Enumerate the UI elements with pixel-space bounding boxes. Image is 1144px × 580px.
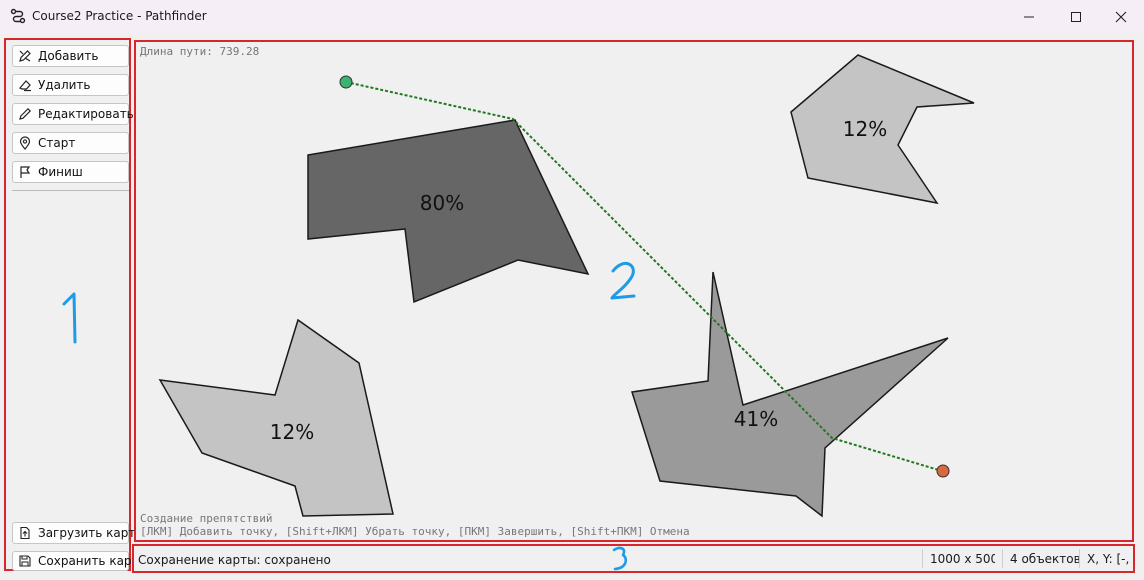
load-map-button-label: Загрузить карту — [38, 526, 143, 540]
load-map-button[interactable]: Загрузить карту — [12, 522, 142, 544]
pencil-icon — [19, 107, 32, 120]
obstacle-polygon[interactable] — [158, 318, 394, 517]
save-map-button[interactable]: Сохранить карту — [12, 551, 146, 571]
minimize-icon — [1024, 16, 1034, 18]
obstacle-label: 80% — [420, 191, 464, 215]
start-button-label: Старт — [38, 136, 76, 150]
start-button[interactable]: Старт — [12, 132, 129, 154]
maximize-button[interactable] — [1053, 0, 1099, 34]
pencil-ruler-icon — [19, 50, 31, 62]
file-upload-icon — [20, 526, 30, 540]
delete-button-label: Удалить — [38, 78, 91, 92]
objects-count-cell: 4 объектов — [1002, 549, 1081, 568]
client-area: Добавить Удалить Редактировать Старт Фин… — [0, 34, 1144, 580]
obstacle-label: 12% — [843, 117, 887, 141]
edit-button[interactable]: Редактировать — [12, 103, 134, 125]
obstacle-polygon[interactable] — [631, 271, 949, 518]
objects-count-text: 4 объектов — [1010, 551, 1081, 566]
title-bar: Course2 Practice - Pathfinder — [0, 0, 1144, 34]
map-canvas[interactable]: 80% 12% 12% 41% Длина пути: 739.28 Созда… — [134, 40, 1134, 542]
add-button-label: Добавить — [38, 49, 99, 63]
tool-panel: Добавить Удалить Редактировать Старт Фин… — [4, 38, 146, 571]
finish-button[interactable]: Финиш — [12, 161, 129, 183]
start-point[interactable] — [339, 75, 353, 89]
eraser-icon — [19, 80, 31, 92]
add-button[interactable]: Добавить — [12, 45, 129, 67]
finish-button-label: Финиш — [38, 165, 83, 179]
path-length-readout: Длина пути: 739.28 — [140, 45, 260, 58]
coords-cell: X, Y: [-, -] — [1079, 549, 1129, 568]
edit-button-label: Редактировать — [38, 107, 134, 121]
save-map-button-label: Сохранить карту — [38, 554, 146, 568]
status-message: Сохранение карты: сохранено — [138, 553, 331, 567]
coords-text: X, Y: [-, -] — [1087, 551, 1129, 566]
map-size-text: 1000 x 500 — [930, 551, 995, 566]
annotation-label-3 — [612, 546, 628, 571]
save-icon — [19, 555, 31, 567]
route-app-icon — [10, 8, 26, 24]
close-button[interactable] — [1098, 0, 1144, 34]
maximize-icon — [1071, 12, 1081, 22]
toolbar-separator — [12, 190, 129, 191]
close-icon — [1115, 11, 1127, 23]
map-size-cell: 1000 x 500 — [922, 549, 995, 568]
status-bar: Сохранение карты: сохранено 1000 x 500 4… — [132, 544, 1135, 573]
hint-title: Создание препятствий — [140, 512, 273, 525]
flag-icon — [20, 166, 31, 178]
obstacle-label: 12% — [270, 420, 314, 444]
map-pin-icon — [19, 136, 31, 150]
obstacle-label: 41% — [734, 407, 778, 431]
annotation-label-1 — [62, 292, 77, 344]
delete-button[interactable]: Удалить — [12, 74, 129, 96]
minimize-button[interactable] — [1006, 0, 1052, 34]
annotation-label-2 — [610, 261, 636, 300]
window-title: Course2 Practice - Pathfinder — [32, 9, 207, 23]
finish-point[interactable] — [936, 464, 950, 478]
map-drawing[interactable]: 80% 12% 12% 41% — [136, 42, 1134, 542]
hint-keys: [ЛКМ] Добавить точку, [Shift+ЛКМ] Убрать… — [140, 525, 690, 538]
